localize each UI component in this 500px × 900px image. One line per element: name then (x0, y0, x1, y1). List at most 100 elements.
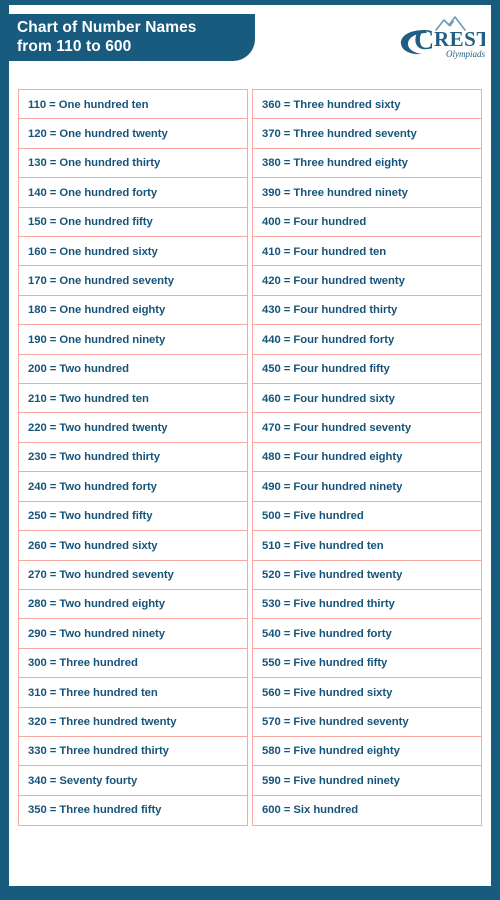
table-row: 560 = Five hundred sixty (252, 677, 482, 709)
table-row: 190 = One hundred ninety (18, 324, 248, 356)
number-name-entry: 530 = Five hundred thirty (262, 598, 395, 611)
table-row: 520 = Five hundred twenty (252, 559, 482, 591)
table-column-right: 360 = Three hundred sixty 370 = Three hun… (252, 89, 482, 826)
logo-initial: C (414, 25, 434, 56)
number-name-entry: 560 = Five hundred sixty (262, 686, 393, 699)
number-name-entry: 340 = Seventy fourty (28, 774, 138, 787)
number-name-entry: 380 = Three hundred eighty (262, 157, 408, 170)
logo-tagline: Olympiads (446, 49, 485, 59)
number-name-entry: 350 = Three hundred fifty (28, 804, 162, 817)
number-name-entry: 290 = Two hundred ninety (28, 627, 165, 640)
table-row: 430 = Four hundred thirty (252, 294, 482, 326)
table-row: 330 = Three hundred thirty (18, 735, 248, 767)
table-row: 420 = Four hundred twenty (252, 265, 482, 297)
number-name-entry: 190 = One hundred ninety (28, 333, 166, 346)
logo-brand-rest: REST (434, 27, 485, 51)
number-name-entry: 400 = Four hundred (262, 216, 367, 229)
table-row: 390 = Three hundred ninety (252, 177, 482, 209)
number-name-entry: 540 = Five hundred forty (262, 627, 392, 640)
table-row: 300 = Three hundred (18, 647, 248, 679)
table-row: 170 = One hundred seventy (18, 265, 248, 297)
table-row: 440 = Four hundred forty (252, 324, 482, 356)
number-name-entry: 510 = Five hundred ten (262, 539, 384, 552)
table-row: 110 = One hundred ten (18, 89, 248, 120)
number-name-entry: 140 = One hundred forty (28, 186, 158, 199)
number-name-entry: 170 = One hundred seventy (28, 274, 174, 287)
table-row: 290 = Two hundred ninety (18, 618, 248, 650)
number-name-entry: 470 = Four hundred seventy (262, 421, 412, 434)
number-name-entry: 370 = Three hundred seventy (262, 127, 417, 140)
table-row: 530 = Five hundred thirty (252, 588, 482, 620)
number-name-entry: 280 = Two hundred eighty (28, 598, 165, 611)
table-row: 200 = Two hundred (18, 353, 248, 385)
table-row: 480 = Four hundred eighty (252, 441, 482, 473)
page-header: Chart of Number Names from 110 to 600 C … (0, 5, 491, 73)
number-name-entry: 270 = Two hundred seventy (28, 569, 174, 581)
number-name-entry: 570 = Five hundred seventy (262, 716, 409, 729)
page-title: Chart of Number Names from 110 to 600 (17, 18, 197, 55)
table-row: 600 = Six hundred (252, 794, 482, 826)
table-row: 470 = Four hundred seventy (252, 412, 482, 444)
table-row: 120 = One hundred twenty (18, 118, 248, 150)
table-row: 310 = Three hundred ten (18, 677, 248, 709)
number-name-entry: 160 = One hundred sixty (28, 245, 158, 258)
table-row: 240 = Two hundred forty (18, 471, 248, 503)
number-name-entry: 300 = Three hundred (28, 657, 138, 670)
number-name-entry: 500 = Five hundred (262, 510, 364, 523)
table-row: 590 = Five hundred ninety (252, 765, 482, 797)
number-name-entry: 520 = Five hundred twenty (262, 569, 403, 581)
number-name-entry: 110 = One hundred ten (28, 98, 149, 111)
table-row: 140 = One hundred forty (18, 177, 248, 209)
table-row: 460 = Four hundred sixty (252, 383, 482, 415)
table-row: 550 = Five hundred fifty (252, 647, 482, 679)
number-name-entry: 460 = Four hundred sixty (262, 392, 395, 405)
number-name-entry: 200 = Two hundred (28, 363, 129, 376)
number-name-entry: 320 = Three hundred twenty (28, 716, 177, 729)
table-row: 380 = Three hundred eighty (252, 147, 482, 179)
number-name-entry: 420 = Four hundred twenty (262, 274, 405, 287)
number-name-entry: 180 = One hundred eighty (28, 304, 166, 317)
table-row: 360 = Three hundred sixty (252, 89, 482, 120)
number-name-entry: 260 = Two hundred sixty (28, 539, 158, 552)
number-name-entry: 330 = Three hundred thirty (28, 745, 169, 758)
table-row: 510 = Five hundred ten (252, 530, 482, 562)
number-name-entry: 550 = Five hundred fifty (262, 657, 388, 670)
table-row: 540 = Five hundred forty (252, 618, 482, 650)
table-column-left: 110 = One hundred ten 120 = One hundred t… (18, 89, 248, 826)
number-name-entry: 430 = Four hundred thirty (262, 304, 398, 317)
table-row: 160 = One hundred sixty (18, 236, 248, 268)
crest-olympiads-logo: C REST Olympiads (389, 13, 485, 63)
number-name-entry: 210 = Two hundred ten (28, 392, 149, 405)
number-name-entry: 220 = Two hundred twenty (28, 421, 168, 434)
table-row: 340 = Seventy fourty (18, 765, 248, 797)
number-name-entry: 120 = One hundred twenty (28, 127, 168, 140)
number-name-entry: 360 = Three hundred sixty (262, 98, 401, 111)
table-row: 220 = Two hundred twenty (18, 412, 248, 444)
table-row: 210 = Two hundred ten (18, 383, 248, 415)
table-row: 400 = Four hundred (252, 206, 482, 238)
number-name-entry: 590 = Five hundred ninety (262, 774, 400, 787)
number-name-entry: 450 = Four hundred fifty (262, 363, 390, 376)
number-name-entry: 390 = Three hundred ninety (262, 186, 408, 199)
table-row: 260 = Two hundred sixty (18, 530, 248, 562)
number-name-entry: 130 = One hundred thirty (28, 157, 161, 170)
number-name-entry: 150 = One hundred fifty (28, 216, 153, 229)
table-row: 450 = Four hundred fifty (252, 353, 482, 385)
number-name-entry: 230 = Two hundred thirty (28, 451, 160, 464)
number-name-entry: 250 = Two hundred fifty (28, 510, 153, 523)
number-name-entry: 410 = Four hundred ten (262, 245, 387, 258)
number-name-entry: 310 = Three hundred ten (28, 686, 158, 699)
number-name-entry: 600 = Six hundred (262, 804, 359, 817)
table-row: 350 = Three hundred fifty (18, 794, 248, 826)
worksheet-page: Chart of Number Names from 110 to 600 C … (0, 0, 500, 900)
table-row: 180 = One hundred eighty (18, 294, 248, 326)
table-row: 580 = Five hundred eighty (252, 735, 482, 767)
number-names-table: 110 = One hundred ten 120 = One hundred t… (18, 89, 482, 826)
table-row: 280 = Two hundred eighty (18, 588, 248, 620)
table-row: 500 = Five hundred (252, 500, 482, 532)
number-name-entry: 480 = Four hundred eighty (262, 451, 403, 464)
number-name-entry: 490 = Four hundred ninety (262, 480, 403, 493)
table-row: 570 = Five hundred seventy (252, 706, 482, 738)
table-row: 230 = Two hundred thirty (18, 441, 248, 473)
table-row: 490 = Four hundred ninety (252, 471, 482, 503)
